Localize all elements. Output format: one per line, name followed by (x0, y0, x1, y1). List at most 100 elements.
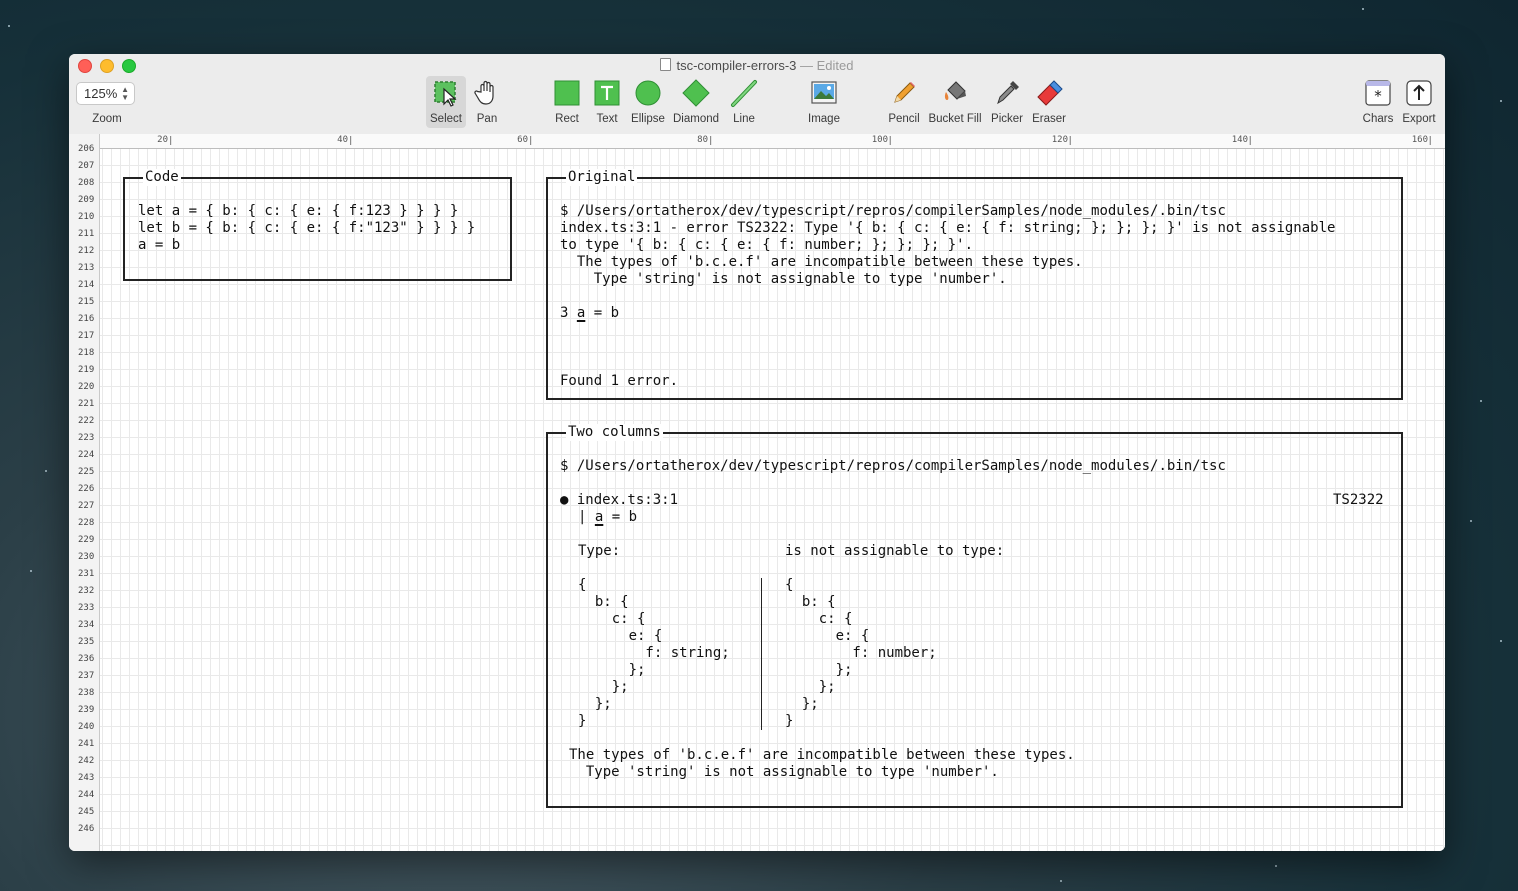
drawing-canvas[interactable]: Code let a = { b: { c: { e: { f:123 } } … (100, 149, 1445, 851)
line-number: 230 (78, 552, 95, 562)
line-number: 211 (78, 229, 95, 239)
diamond-tool-button[interactable] (681, 78, 711, 108)
zoom-select[interactable]: 125% ▲ ▼ (76, 82, 135, 105)
ruler-tick: 40 (337, 136, 351, 145)
line-number: 221 (78, 399, 95, 409)
export-icon (1406, 80, 1432, 106)
code-line: let a = { b: { c: { e: { f:123 } } } } (138, 203, 459, 219)
line-number: 225 (78, 467, 95, 477)
export-button[interactable] (1404, 78, 1434, 108)
line-number: 216 (78, 314, 95, 324)
text-tool-button[interactable] (592, 78, 622, 108)
chars-button[interactable]: * (1363, 78, 1393, 108)
rect-tool-button[interactable] (552, 78, 582, 108)
svg-text:*: * (1374, 87, 1382, 105)
error-line: The types of 'b.c.e.f' are incompatible … (560, 254, 1083, 270)
toolbar: tsc-compiler-errors-3 — Edited 125% ▲ ▼ Z… (69, 54, 1445, 135)
image-tool-button[interactable] (809, 78, 839, 108)
pan-tool-button[interactable] (472, 78, 502, 108)
line-number: 227 (78, 501, 95, 511)
pan-tool-label: Pan (476, 113, 498, 125)
ruler-tick: 140 (1232, 136, 1251, 145)
line-number: 213 (78, 263, 95, 273)
edited-status: — Edited (800, 58, 854, 73)
source-line: | a = b (578, 509, 637, 526)
bucket-fill-tool-label: Bucket Fill (928, 113, 982, 125)
type-label: Type: (578, 543, 621, 559)
source-type-column: { b: { c: { e: { f: string; }; }; }; } (578, 577, 730, 729)
star (1480, 400, 1482, 402)
line-number: 231 (78, 569, 95, 579)
source-line-rest: = b (585, 305, 620, 321)
line-number: 215 (78, 297, 95, 307)
line-number: 240 (78, 722, 95, 732)
eraser-tool-button[interactable] (1034, 78, 1064, 108)
error-location: ● index.ts:3:1 (560, 492, 679, 508)
line-number: 224 (78, 450, 95, 460)
star (1470, 520, 1472, 522)
line-number: 228 (78, 518, 95, 528)
line-number: 217 (78, 331, 95, 341)
stepper-icon: ▲ ▼ (121, 85, 129, 102)
source-line-rest: = b (603, 509, 638, 525)
line-number: 244 (78, 790, 95, 800)
text-icon (594, 80, 620, 106)
code-line: a = b (138, 237, 181, 253)
line-number: 222 (78, 416, 95, 426)
tsc-command: $ /Users/ortatherox/dev/typescript/repro… (560, 458, 1226, 474)
line-number: 226 (78, 484, 95, 494)
line-number-gutter: 206 207 208 209 210 211 212 213 214 215 216 217 218 2… (69, 134, 100, 851)
picker-icon (997, 81, 1019, 105)
line-number: 234 (78, 620, 95, 630)
select-icon (434, 81, 457, 107)
line-number: 212 (78, 246, 95, 256)
ruler-tick: 160 (1412, 136, 1431, 145)
line-number: 206 (78, 144, 95, 154)
line-number: 242 (78, 756, 95, 766)
error-line: Type 'string' is not assignable to type … (560, 271, 1007, 287)
ellipse-icon (635, 80, 661, 106)
export-label: Export (1402, 113, 1436, 125)
found-errors-text: Found 1 error. (560, 373, 679, 389)
error-line: index.ts:3:1 - error TS2322: Type '{ b: … (560, 220, 1336, 236)
star (1500, 100, 1502, 102)
line-tool-button[interactable] (729, 78, 759, 108)
line-number: 239 (78, 705, 95, 715)
line-number: 245 (78, 807, 95, 817)
ruler-tick: 120 (1052, 136, 1071, 145)
line-number: 214 (78, 280, 95, 290)
line-number: 209 (78, 195, 95, 205)
rect-tool-label: Rect (555, 113, 579, 125)
column-divider (761, 578, 762, 730)
line-number: 236 (78, 654, 95, 664)
line-number: 243 (78, 773, 95, 783)
line-number: 208 (78, 178, 95, 188)
bucket-icon (944, 81, 966, 100)
ellipse-tool-label: Ellipse (631, 113, 665, 125)
ellipse-tool-button[interactable] (633, 78, 663, 108)
star (30, 570, 32, 572)
line-number: 229 (78, 535, 95, 545)
diamond-icon (682, 79, 710, 107)
source-line: 3 a = b (560, 305, 619, 322)
star (1500, 640, 1502, 642)
image-icon (811, 81, 837, 104)
line-tool-label: Line (733, 113, 755, 125)
zoom-value: 125% (84, 86, 118, 101)
line-number: 232 (78, 586, 95, 596)
source-pipe: | (578, 509, 595, 525)
star (1275, 865, 1277, 867)
picker-tool-label: Picker (991, 113, 1023, 125)
select-tool-button[interactable] (431, 78, 461, 108)
bucket-fill-tool-button[interactable] (940, 78, 970, 108)
line-number: 235 (78, 637, 95, 647)
line-icon (731, 80, 757, 107)
ruler-tick: 60 (517, 136, 531, 145)
star (1060, 880, 1062, 882)
picker-tool-button[interactable] (992, 78, 1022, 108)
pencil-tool-button[interactable] (889, 78, 919, 108)
document-icon (660, 58, 672, 71)
chars-label: Chars (1362, 113, 1394, 125)
code-line: let b = { b: { c: { e: { f:"123" } } } } (138, 220, 476, 236)
star (45, 470, 47, 472)
